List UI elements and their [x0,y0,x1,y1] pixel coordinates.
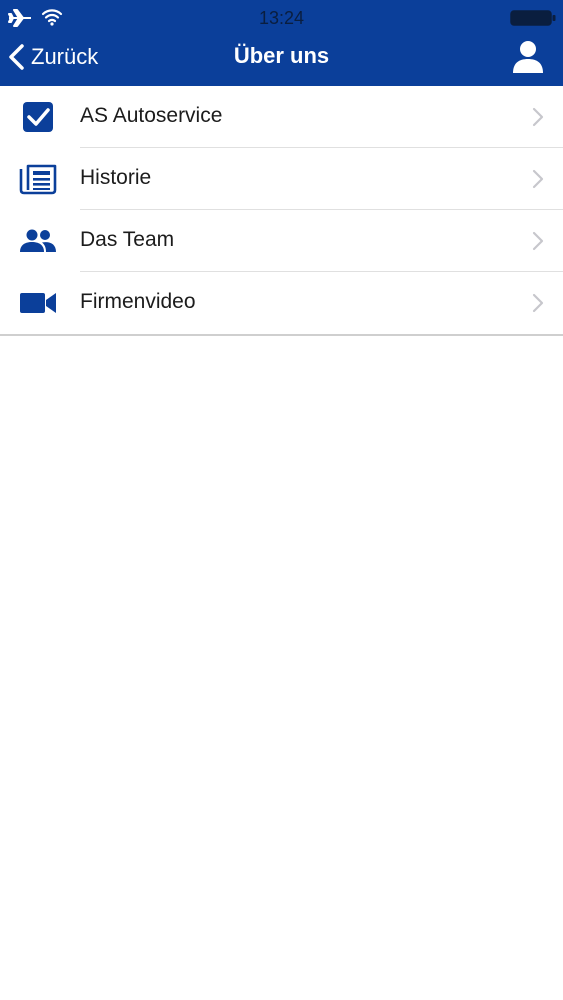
people-icon [18,225,58,257]
menu-item-firmenvideo[interactable]: Firmenvideo [0,272,563,334]
checkbox-icon [18,101,58,133]
video-camera-icon [18,287,58,319]
menu-item-label: AS Autoservice [80,104,223,127]
menu-item-label: Firmenvideo [80,290,196,313]
status-bar: 13:24 [0,0,563,34]
chevron-right-icon [532,293,544,313]
menu-item-label: Historie [80,166,152,189]
top-bar: 13:24 Zurück Über uns [0,0,563,86]
menu-item-label: Das Team [80,228,175,251]
menu-item-das-team[interactable]: Das Team [0,210,563,272]
status-time: 13:24 [258,8,305,28]
chevron-right-icon [532,107,544,127]
newspaper-icon [18,163,58,195]
menu-item-as-autoservice[interactable]: AS Autoservice [0,86,563,148]
page-title: Über uns [233,43,330,68]
chevron-right-icon [532,231,544,251]
battery-icon [510,10,556,26]
menu-item-historie[interactable]: Historie [0,148,563,210]
menu-list: AS Autoservice Historie Das Team Firmenv… [0,86,563,336]
navigation-bar: Zurück Über uns [0,34,563,86]
user-icon[interactable] [510,39,546,75]
chevron-right-icon [532,169,544,189]
